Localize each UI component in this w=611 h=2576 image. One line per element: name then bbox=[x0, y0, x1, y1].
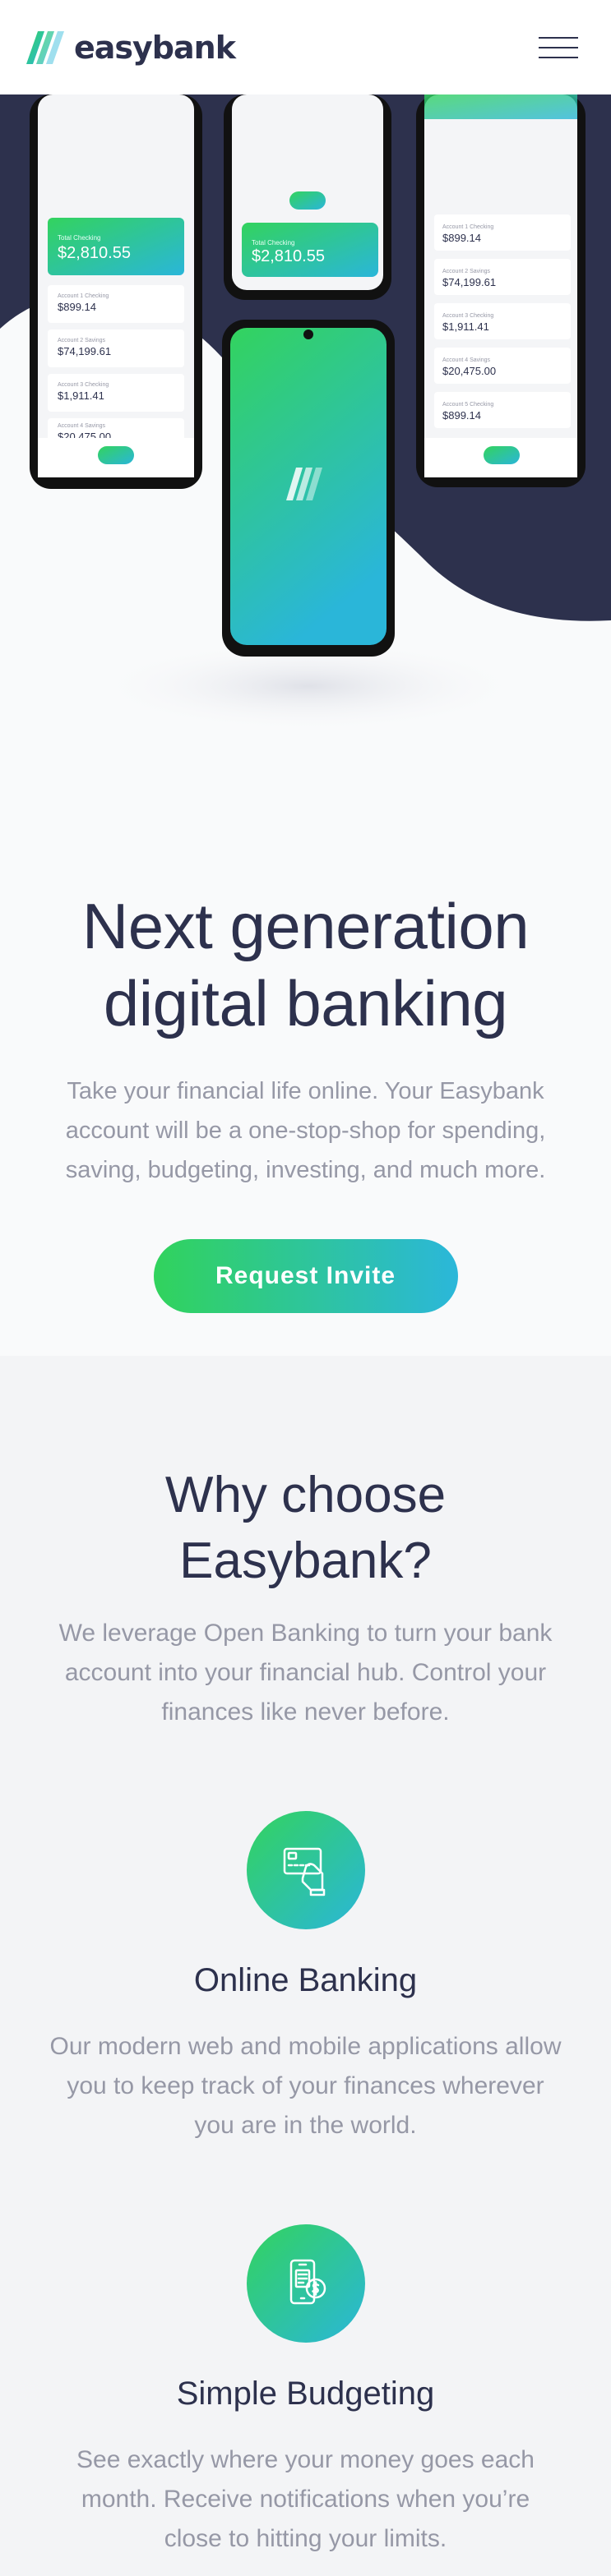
brand-name: easybank bbox=[74, 29, 236, 66]
phone-right-account-amount: $899.14 bbox=[442, 232, 481, 244]
why-section: Why choose Easybank? We leverage Open Ba… bbox=[0, 1356, 611, 2576]
phone-right-account-label: Account 5 Checking bbox=[442, 402, 494, 408]
hero-description: Take your financial life online. Your Ea… bbox=[65, 1078, 546, 1183]
phone-left-account-amount: $899.14 bbox=[58, 301, 96, 313]
request-invite-button[interactable]: Request Invite bbox=[153, 1239, 458, 1313]
hamburger-icon[interactable] bbox=[539, 36, 578, 58]
phone-right-account-label: Account 4 Savings bbox=[442, 357, 490, 363]
phone-left-card-amount: $2,810.55 bbox=[58, 244, 131, 262]
phone-middle-card-label: Total Checking bbox=[252, 239, 295, 247]
phone-left-account-label: Account 3 Checking bbox=[58, 382, 109, 388]
hero-title-line1: Next generation bbox=[81, 890, 530, 962]
feature-title: Simple Budgeting bbox=[176, 2376, 435, 2412]
phone-left-card-label: Total Checking bbox=[58, 234, 101, 242]
logo-mark-icon bbox=[26, 30, 64, 64]
phone-right-account-amount: $20,475.00 bbox=[442, 365, 497, 377]
hero-section: Total Checking $2,810.55 Account 1 Check… bbox=[0, 94, 611, 1356]
phone-right-account-label: Account 3 Checking bbox=[442, 313, 494, 319]
phone-right-account-amount: $1,911.41 bbox=[442, 320, 489, 333]
hero-content: Next generation digital banking Take you… bbox=[0, 801, 611, 1313]
site-header: easybank bbox=[0, 0, 611, 94]
why-title-line2: Easybank? bbox=[179, 1532, 432, 1589]
phone-right-account-label: Account 1 Checking bbox=[442, 224, 494, 230]
budgeting-icon bbox=[246, 2224, 365, 2343]
why-description: We leverage Open Banking to turn your ba… bbox=[58, 1620, 553, 1726]
feature-simple-budgeting: Simple Budgeting See exactly where your … bbox=[33, 2224, 578, 2559]
phone-middle-card-amount: $2,810.55 bbox=[252, 247, 325, 265]
phone-right-account-label: Account 2 Savings bbox=[442, 269, 490, 274]
hero-title: Next generation digital banking bbox=[33, 801, 578, 1042]
online-banking-icon bbox=[246, 1811, 365, 1929]
phone-right-account-amount: $74,199.61 bbox=[442, 276, 497, 288]
why-title: Why choose Easybank? bbox=[33, 1463, 578, 1594]
phone-left-account-amount: $1,911.41 bbox=[58, 389, 104, 402]
hero-title-line2: digital banking bbox=[103, 967, 508, 1039]
feature-description: See exactly where your money goes each m… bbox=[76, 2446, 535, 2552]
phone-left-account-amount: $74,199.61 bbox=[58, 345, 112, 357]
phone-left-account-label: Account 4 Savings bbox=[58, 423, 105, 429]
feature-title: Online Banking bbox=[193, 1962, 418, 1998]
feature-online-banking: Online Banking Our modern web and mobile… bbox=[33, 1811, 578, 2145]
phone-right-account-amount: $899.14 bbox=[442, 409, 481, 422]
logo[interactable]: easybank bbox=[26, 29, 236, 66]
phone-left-account-label: Account 2 Savings bbox=[58, 338, 105, 343]
phone-left-account-amount: $20,475.00 bbox=[58, 431, 112, 438]
phone-left-account-label: Account 1 Checking bbox=[58, 293, 109, 299]
feature-description: Our modern web and mobile applications a… bbox=[49, 2033, 562, 2139]
why-title-line1: Why choose bbox=[164, 1467, 447, 1523]
hero-mockups-illustration bbox=[0, 94, 611, 731]
